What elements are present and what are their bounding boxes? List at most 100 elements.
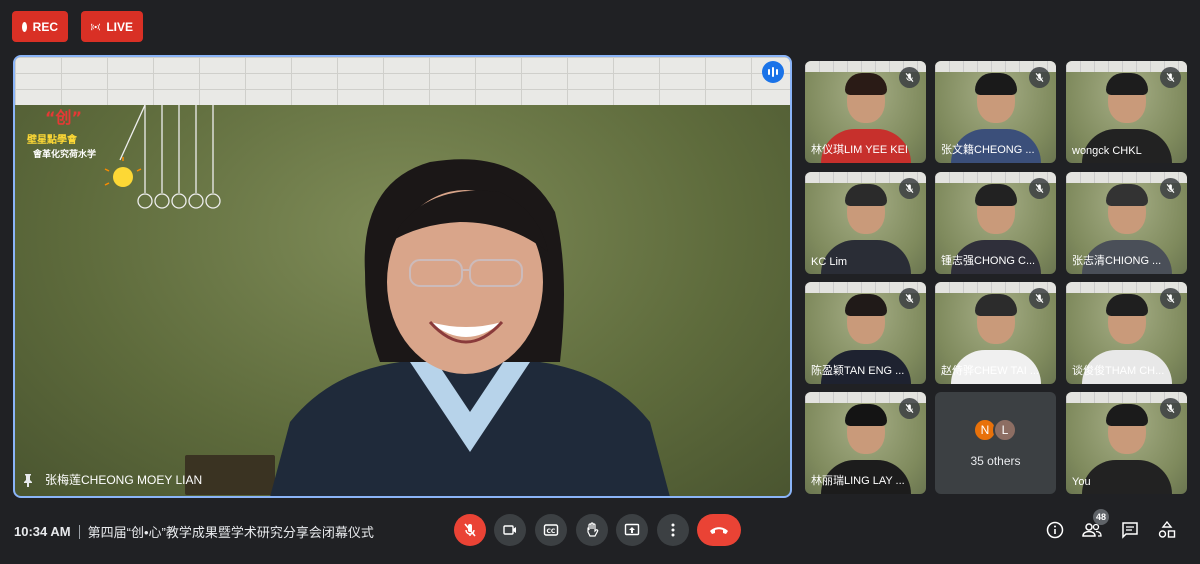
participant-tile[interactable]: 谈俊俊THAM CH...: [1066, 282, 1187, 384]
participant-hair: [974, 73, 1017, 95]
mic-muted-indicator: [899, 67, 920, 88]
mic-off-icon: [905, 183, 914, 194]
more-options-icon: [671, 523, 675, 537]
live-broadcast-icon: [91, 23, 101, 30]
participant-tile[interactable]: 锺志强CHONG C...: [935, 172, 1056, 274]
participant-hair: [974, 294, 1017, 316]
mic-off-icon: [905, 72, 914, 83]
svg-text:“创”: “创”: [45, 108, 82, 127]
camera-icon: [503, 525, 516, 535]
participant-tile[interactable]: KC Lim: [805, 172, 926, 274]
chat-icon: [1122, 522, 1138, 539]
participant-tile[interactable]: 赵侍骅CHEW TAI ...: [935, 282, 1056, 384]
mic-toggle-button[interactable]: [454, 514, 486, 546]
rec-dot-icon: [22, 21, 27, 32]
participant-body: [1081, 460, 1172, 494]
participants-count-badge: 48: [1093, 509, 1109, 525]
main-speaker-name-label: 张梅莲CHEONG MOEY LIAN: [21, 471, 202, 488]
mic-off-icon: [464, 523, 476, 537]
brick-wall-background: [15, 57, 790, 105]
mic-off-icon: [1166, 183, 1175, 194]
participant-name: You: [1072, 476, 1091, 488]
participant-tile[interactable]: 张文籍CHEONG ...: [935, 61, 1056, 163]
participant-hair: [1105, 294, 1148, 316]
speaker-name: 张梅莲CHEONG MOEY LIAN: [45, 473, 203, 487]
participant-hair: [1105, 73, 1148, 95]
participant-name: 林丽瑞LING LAY ...: [811, 475, 905, 487]
mic-off-icon: [1035, 72, 1044, 83]
mic-off-icon: [905, 293, 914, 304]
present-screen-button[interactable]: [616, 514, 648, 546]
participant-tile[interactable]: 张志清CHIONG ...: [1066, 172, 1187, 274]
activities-button[interactable]: [1153, 516, 1181, 544]
participant-tile[interactable]: 林仪琪LIM YEE KEI: [805, 61, 926, 163]
participant-hair: [844, 294, 887, 316]
participant-hair: [844, 73, 887, 95]
mic-muted-indicator: [1029, 178, 1050, 199]
speaking-indicator-icon: [762, 61, 784, 83]
rec-label: REC: [32, 19, 58, 34]
participant-hair: [844, 404, 887, 426]
hanging-bulbs-decoration: [137, 105, 221, 209]
end-call-button[interactable]: [697, 514, 741, 546]
participant-tile[interactable]: wongck CHKL: [1066, 61, 1187, 163]
mic-muted-indicator: [899, 178, 920, 199]
participant-name: 张文籍CHEONG ...: [941, 144, 1035, 156]
participant-hair: [1105, 404, 1148, 426]
chat-button[interactable]: [1116, 516, 1144, 544]
mic-muted-indicator: [899, 398, 920, 419]
mic-muted-indicator: [899, 288, 920, 309]
speaker-video: [270, 159, 670, 496]
present-icon: [624, 523, 640, 536]
mic-off-icon: [1166, 293, 1175, 304]
live-badge[interactable]: LIVE: [81, 11, 143, 42]
participant-name: KC Lim: [811, 256, 848, 268]
meeting-info: 10:34 AM 第四届“创•心”教学成果暨学术研究分享会闭幕仪式: [14, 522, 374, 541]
participant-tile[interactable]: 林丽瑞LING LAY ...: [805, 392, 926, 494]
participant-hair: [974, 184, 1017, 206]
mic-off-icon: [1166, 72, 1175, 83]
participant-name: 张志清CHIONG ...: [1072, 255, 1162, 267]
mic-off-icon: [1035, 293, 1044, 304]
participant-name: wongck CHKL: [1072, 145, 1142, 157]
avatar-l: L: [993, 418, 1017, 442]
participant-tile[interactable]: You: [1066, 392, 1187, 494]
meeting-title: 第四届“创•心”教学成果暨学术研究分享会闭幕仪式: [87, 525, 374, 540]
mic-off-icon: [905, 403, 914, 414]
mic-muted-indicator: [1160, 67, 1181, 88]
mic-muted-indicator: [1029, 67, 1050, 88]
participant-tile[interactable]: 陈盈颖TAN ENG ...: [805, 282, 926, 384]
mic-muted-indicator: [1160, 398, 1181, 419]
more-options-button[interactable]: [657, 514, 689, 546]
activities-icon: [1158, 521, 1176, 538]
participant-hair: [1105, 184, 1148, 206]
svg-text:會革化究荷水学: 會革化究荷水学: [33, 148, 96, 160]
svg-text:CC: CC: [547, 528, 556, 535]
live-label: LIVE: [106, 19, 133, 34]
raise-hand-button[interactable]: [576, 514, 608, 546]
event-logo: “创” 壁星點學會 會革化究荷水学: [27, 105, 145, 187]
participant-name: 谈俊俊THAM CH...: [1072, 365, 1165, 377]
raise-hand-icon: [587, 522, 599, 537]
mic-muted-indicator: [1160, 178, 1181, 199]
pin-icon: [24, 473, 32, 487]
others-tile[interactable]: N L 35 others: [935, 392, 1056, 494]
info-icon: [1046, 521, 1064, 539]
rec-badge[interactable]: REC: [12, 11, 68, 42]
meeting-details-button[interactable]: [1041, 516, 1069, 544]
participant-name: 陈盈颖TAN ENG ...: [811, 365, 905, 377]
mic-muted-indicator: [1160, 288, 1181, 309]
participant-name: 锺志强CHONG C...: [941, 255, 1036, 267]
divider: [78, 524, 80, 539]
camera-toggle-button[interactable]: [494, 514, 526, 546]
main-speaker-tile[interactable]: “创” 壁星點學會 會革化究荷水学 张梅莲CHEONG MOEY LIAN: [13, 55, 792, 498]
mic-muted-indicator: [1029, 288, 1050, 309]
participant-name: 林仪琪LIM YEE KEI: [811, 144, 908, 156]
mic-off-icon: [1035, 183, 1044, 194]
clock-time: 10:34 AM: [14, 524, 71, 539]
end-call-icon: [710, 527, 728, 534]
mic-off-icon: [1166, 403, 1175, 414]
svg-text:壁星點學會: 壁星點學會: [27, 133, 78, 146]
captions-button[interactable]: CC: [535, 514, 567, 546]
participant-name: 赵侍骅CHEW TAI ...: [941, 365, 1039, 377]
